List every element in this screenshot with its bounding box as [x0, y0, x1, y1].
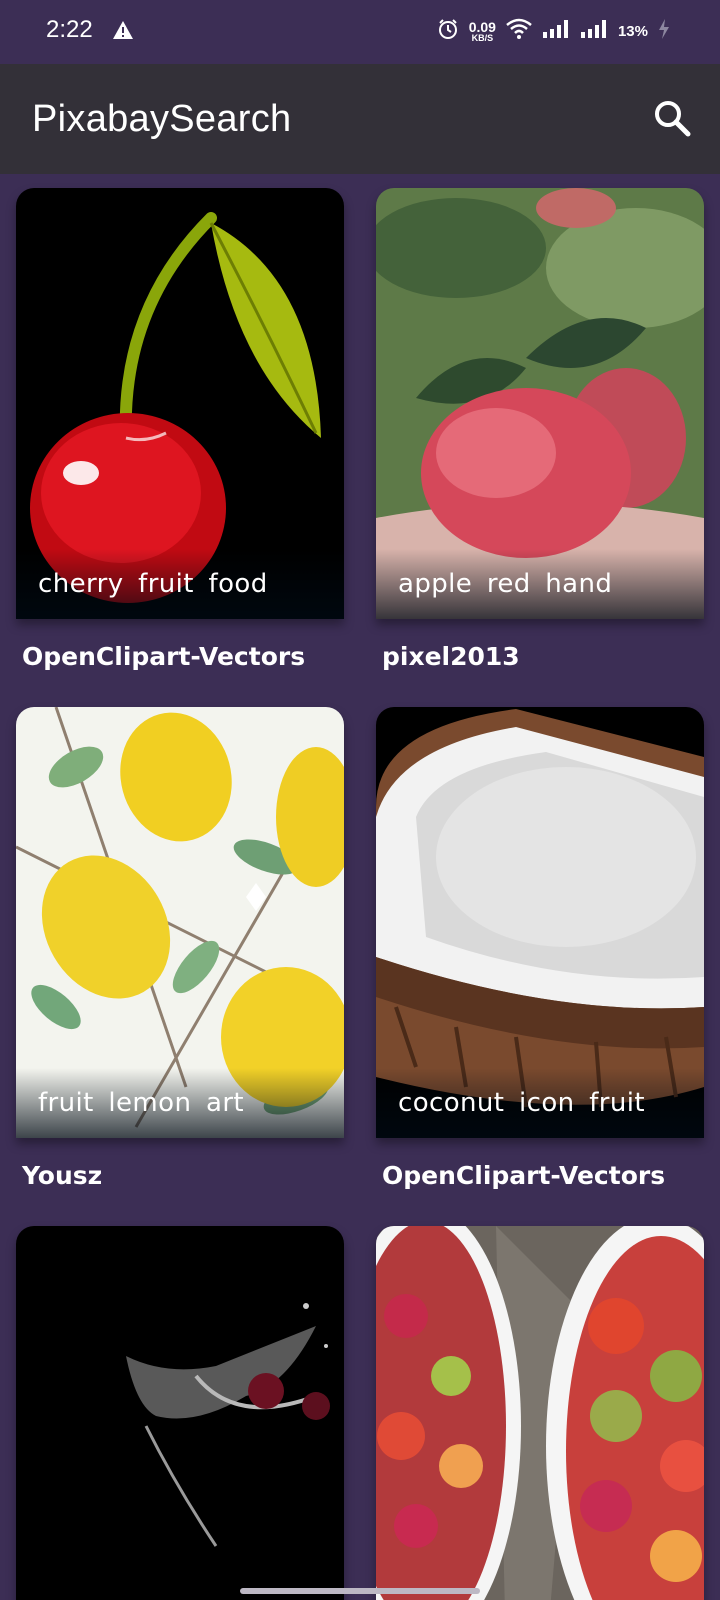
status-bar: 2:22 0.09 KB/S 13% — [0, 0, 720, 64]
result-card[interactable]: cherry fruit food OpenClipart-Vectors — [16, 188, 344, 671]
result-card[interactable]: apple red hand pixel2013 — [376, 188, 704, 671]
image-author: OpenClipart-Vectors — [22, 642, 306, 671]
image-tags: cherry fruit food — [38, 569, 268, 599]
image-tags: coconut icon fruit — [398, 1088, 645, 1118]
status-time: 2:22 — [46, 16, 93, 43]
charging-icon — [658, 18, 670, 45]
result-image[interactable]: cherry fruit food — [16, 188, 344, 619]
search-button[interactable] — [648, 94, 696, 142]
image-tags: apple red hand — [398, 569, 613, 599]
result-card[interactable]: coconut icon fruit OpenClipart-Vectors — [376, 707, 704, 1190]
result-image[interactable]: apple red hand — [376, 188, 704, 619]
warning-icon — [112, 20, 134, 45]
alarm-icon — [437, 18, 459, 45]
signal-icon — [580, 19, 608, 44]
results-grid[interactable]: cherry fruit food OpenClipart-Vectors ap… — [0, 174, 720, 1600]
image-author: Yousz — [22, 1161, 103, 1190]
result-image[interactable] — [376, 1226, 704, 1600]
result-image[interactable]: coconut icon fruit — [376, 707, 704, 1138]
network-speed-value: 0.09 — [468, 19, 496, 35]
navigation-handle[interactable] — [240, 1588, 480, 1594]
wifi-icon — [506, 18, 532, 45]
image-author: OpenClipart-Vectors — [382, 1161, 666, 1190]
network-speed: 0.09 KB/S — [469, 20, 496, 43]
signal-icon — [542, 19, 570, 44]
result-card[interactable]: fruit lemon art Yousz — [16, 707, 344, 1190]
result-card[interactable] — [16, 1226, 344, 1600]
battery-level: 13% — [617, 23, 648, 40]
image-author: pixel2013 — [382, 642, 520, 671]
app-title: PixabaySearch — [32, 98, 292, 140]
search-icon[interactable] — [648, 94, 696, 142]
app-bar: PixabaySearch — [0, 64, 720, 174]
image-tags: fruit lemon art — [38, 1088, 245, 1118]
result-image[interactable] — [16, 1226, 344, 1600]
result-image[interactable]: fruit lemon art — [16, 707, 344, 1138]
result-card[interactable] — [376, 1226, 704, 1600]
network-speed-unit: KB/S — [471, 33, 494, 43]
